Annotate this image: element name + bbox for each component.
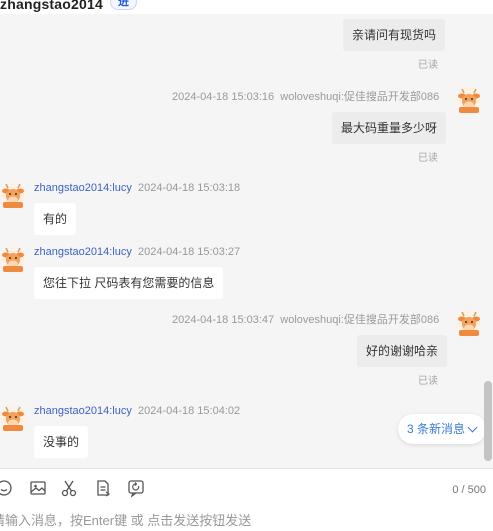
emoji-button[interactable] bbox=[0, 478, 14, 498]
screenshot-button[interactable] bbox=[59, 478, 79, 498]
enter-shop-badge[interactable]: 进 bbox=[110, 0, 137, 10]
message-sender[interactable]: zhangstao2014:lucy bbox=[34, 405, 132, 417]
message-meta: zhangstao2014:lucy 2024-04-18 15:04:02 bbox=[34, 405, 240, 417]
cow-avatar-icon bbox=[456, 310, 482, 336]
avatar[interactable] bbox=[0, 246, 26, 272]
divider bbox=[0, 468, 493, 469]
message-bubble: 您往下拉 尺码表有您需要的信息 bbox=[34, 267, 224, 299]
cow-avatar-icon bbox=[0, 405, 26, 431]
read-status: 已读 bbox=[418, 376, 438, 387]
message-meta: 2024-04-18 15:03:16 woloveshuqi:促佳搜品开发部0… bbox=[172, 88, 439, 104]
avatar[interactable] bbox=[456, 87, 482, 113]
message-meta: zhangstao2014:lucy 2024-04-18 15:03:27 bbox=[34, 246, 240, 258]
message-sender[interactable]: zhangstao2014:lucy bbox=[34, 182, 132, 194]
message-sender[interactable]: zhangstao2014:lucy bbox=[34, 246, 132, 258]
read-status: 已读 bbox=[418, 60, 438, 71]
message-meta: zhangstao2014:lucy 2024-04-18 15:03:18 bbox=[34, 182, 240, 194]
message-sender: woloveshuqi:促佳搜品开发部086 bbox=[280, 314, 440, 326]
message-meta: 2024-04-18 15:03:47 woloveshuqi:促佳搜品开发部0… bbox=[172, 311, 439, 327]
input-toolbar: 0 / 500 bbox=[0, 478, 493, 502]
image-icon bbox=[30, 481, 46, 495]
message-bubble: 有的 bbox=[34, 203, 77, 235]
message-sender: woloveshuqi:促佳搜品开发部086 bbox=[280, 91, 440, 103]
message-bubble: 亲请问有现货吗 bbox=[343, 19, 446, 51]
document-button[interactable] bbox=[93, 478, 113, 498]
contact-name: zhangstao2014 bbox=[0, 0, 103, 12]
message-timestamp: 2024-04-18 15:03:47 bbox=[172, 314, 275, 326]
message-timestamp: 2024-04-18 15:04:02 bbox=[137, 405, 241, 417]
cow-avatar-icon bbox=[456, 87, 482, 113]
message-input[interactable] bbox=[0, 506, 485, 531]
message-bubble: 没事的 bbox=[34, 426, 89, 458]
char-counter: 0 / 500 bbox=[452, 484, 486, 496]
chevron-down-icon bbox=[467, 422, 478, 433]
quick-reply-button[interactable] bbox=[126, 478, 146, 498]
message-input-area[interactable] bbox=[0, 506, 493, 531]
avatar[interactable] bbox=[456, 310, 482, 336]
cow-avatar-icon bbox=[0, 246, 26, 272]
new-messages-button[interactable]: 3 条新消息 bbox=[398, 414, 486, 444]
new-messages-label: 3 条新消息 bbox=[407, 422, 466, 436]
message-list[interactable]: 亲请问有现货吗 已读 2024-04-18 15:03:16 woloveshu… bbox=[0, 14, 493, 468]
image-button[interactable] bbox=[28, 478, 48, 498]
avatar[interactable] bbox=[0, 182, 26, 208]
chat-header: zhangstao2014 进 bbox=[0, 0, 493, 14]
message-timestamp: 2024-04-18 15:03:27 bbox=[137, 246, 241, 258]
refresh-message-icon bbox=[128, 480, 144, 498]
avatar[interactable] bbox=[0, 405, 26, 431]
scissors-icon bbox=[61, 480, 77, 497]
message-bubble: 最大码重量多少呀 bbox=[332, 112, 447, 144]
message-timestamp: 2024-04-18 15:03:18 bbox=[137, 182, 241, 194]
read-status: 已读 bbox=[418, 153, 438, 164]
message-timestamp: 2024-04-18 15:03:16 bbox=[172, 91, 275, 103]
message-bubble: 好的谢谢哈亲 bbox=[357, 335, 448, 367]
scrollbar-thumb[interactable] bbox=[484, 381, 492, 461]
document-icon bbox=[97, 480, 111, 497]
emoji-icon bbox=[0, 480, 12, 496]
cow-avatar-icon bbox=[0, 182, 26, 208]
